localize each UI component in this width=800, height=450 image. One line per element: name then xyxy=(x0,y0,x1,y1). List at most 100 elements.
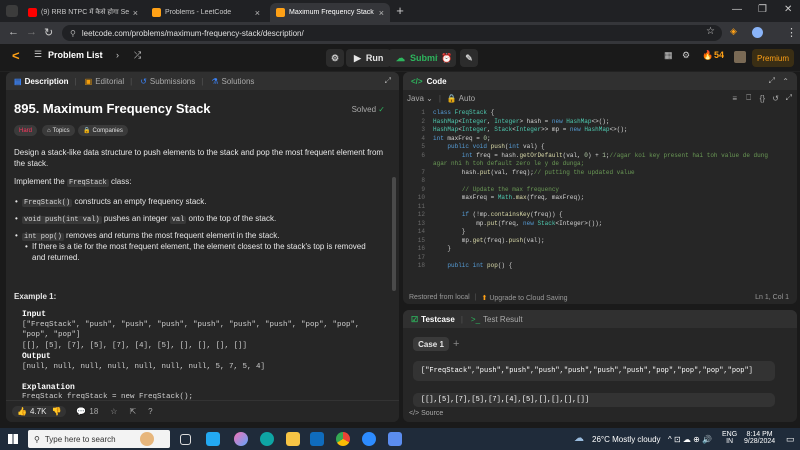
browser-tab-problems[interactable]: Problems - LeetCode × xyxy=(146,3,266,22)
code-line[interactable]: 10 maxFreq = Math.max(freq, maxFreq); xyxy=(409,194,584,203)
extension-icon[interactable]: ◈ xyxy=(730,26,737,37)
code-line[interactable]: 1 class FreqStack { xyxy=(409,109,494,118)
run-button[interactable]: ▶ Run xyxy=(346,49,392,67)
fullscreen-icon[interactable]: ⤢ xyxy=(769,76,775,86)
source-link[interactable]: </> Source xyxy=(409,410,443,417)
tab-description[interactable]: ▤ Description xyxy=(14,77,69,86)
companies-chip[interactable]: 🔒 Companies xyxy=(78,125,128,136)
close-icon[interactable]: × xyxy=(379,8,384,18)
debug-button[interactable]: ⚙ xyxy=(326,49,344,67)
copilot-icon[interactable] xyxy=(234,432,248,446)
menu-icon[interactable]: ⋮ xyxy=(786,26,797,39)
windows-start-icon[interactable] xyxy=(8,434,18,444)
cloud-upgrade-link[interactable]: ⬆ Upgrade to Cloud Saving xyxy=(482,294,568,302)
code-editor[interactable]: 1 class FreqStack {2 HashMap<Integer, Inte… xyxy=(403,109,797,285)
user-avatar[interactable] xyxy=(734,51,746,63)
code-line[interactable]: 9 // Update the max frequency xyxy=(409,186,559,195)
thumbs-down-icon[interactable]: 👎 xyxy=(51,407,61,416)
code-line[interactable]: 8 xyxy=(409,177,433,186)
share-icon[interactable]: ⇱ xyxy=(129,407,136,416)
close-window-button[interactable]: ✕ xyxy=(784,4,792,15)
problem-list-link[interactable]: Problem List xyxy=(48,50,103,60)
input-language[interactable]: ENG IN xyxy=(722,431,737,445)
browser-tab-youtube[interactable]: (9) RRB NTPC में कैसे होगा Selecti × xyxy=(22,3,144,22)
topics-chip[interactable]: ⌂ Topics xyxy=(42,125,75,136)
url-bar[interactable]: ⚲ leetcode.com/problems/maximum-frequenc… xyxy=(62,25,722,41)
app-icon[interactable] xyxy=(388,432,402,446)
close-icon[interactable]: × xyxy=(255,8,260,18)
help-icon[interactable]: ? xyxy=(148,407,152,416)
shuffle-icon[interactable]: ⤮ xyxy=(134,50,141,61)
new-tab-button[interactable]: + xyxy=(392,3,408,19)
scrollbar[interactable] xyxy=(392,177,396,291)
notification-icon[interactable]: ▭ xyxy=(786,434,795,445)
settings-icon[interactable]: ⚙ xyxy=(682,50,690,61)
timer-button[interactable]: ⏰ xyxy=(438,49,456,67)
expand-icon[interactable]: ⤢ xyxy=(385,76,391,86)
format-icon[interactable]: ≡ xyxy=(732,94,737,103)
code-line[interactable]: 6 int freq = hash.getOrDefault(val, 0) +… xyxy=(409,152,768,161)
close-icon[interactable]: × xyxy=(133,8,138,18)
language-select[interactable]: Java ⌄ xyxy=(407,94,433,103)
collapse-icon[interactable]: ⌃ xyxy=(782,77,789,86)
layout-icon[interactable]: ▦ xyxy=(664,50,673,61)
code-line[interactable]: 14 } xyxy=(409,228,466,237)
code-line[interactable]: 4 int maxFreq = 0; xyxy=(409,135,490,144)
comment-icon[interactable]: 💬 xyxy=(76,407,86,416)
tab-testcase[interactable]: ☑ Testcase xyxy=(411,315,455,324)
braces-icon[interactable]: {} xyxy=(760,94,765,103)
add-case-button[interactable]: + xyxy=(453,338,459,350)
code-line[interactable]: 7 hash.put(val, freq);// putting the upd… xyxy=(409,169,634,178)
profile-avatar[interactable] xyxy=(752,27,763,38)
tab-solutions[interactable]: ⚗ Solutions xyxy=(211,77,254,86)
edge-icon[interactable] xyxy=(260,432,274,446)
expand-editor-icon[interactable]: ⤢ xyxy=(786,93,792,103)
difficulty-badge[interactable]: Hard xyxy=(14,125,38,136)
case-tab[interactable]: Case 1 xyxy=(413,337,449,351)
code-line[interactable]: 11 xyxy=(409,203,433,212)
code-line[interactable]: 12 if (!mp.containsKey(freq)) { xyxy=(409,211,563,220)
browser-tab-active[interactable]: Maximum Frequency Stack - Le × xyxy=(270,3,390,22)
site-info-icon[interactable]: ⚲ xyxy=(70,29,76,38)
code-line[interactable]: 17 xyxy=(409,254,433,263)
problem-list-icon[interactable]: ☰ xyxy=(34,49,42,60)
tab-editorial[interactable]: ▣ Editorial xyxy=(85,77,124,86)
notes-button[interactable]: ✎ xyxy=(460,49,478,67)
prev-problem-icon[interactable]: ‹ xyxy=(100,50,103,60)
minimize-button[interactable]: — xyxy=(732,4,742,15)
testcase-input-1[interactable]: ["FreqStack","push","push","push","push"… xyxy=(413,361,775,381)
weather-icon[interactable]: ☁ xyxy=(574,433,584,444)
file-explorer-icon[interactable] xyxy=(286,432,300,446)
code-line[interactable]: 5 public void push(int val) { xyxy=(409,143,544,152)
testcase-input-2[interactable]: [[],[5],[7],[5],[7],[4],[5],[],[],[],[]] xyxy=(413,393,775,407)
food-widget-icon[interactable] xyxy=(140,432,154,446)
code-line[interactable]: 2 HashMap<Integer, Integer> hash = new Ha… xyxy=(409,118,609,127)
code-line[interactable]: 18 public int pop() { xyxy=(409,262,512,271)
reset-icon[interactable]: ↺ xyxy=(772,94,779,103)
auto-mode-toggle[interactable]: 🔒 Auto xyxy=(447,94,475,103)
code-line[interactable]: 16 } xyxy=(409,245,451,254)
tab-test-result[interactable]: >_ Test Result xyxy=(471,315,523,324)
zoom-icon[interactable] xyxy=(362,432,376,446)
leetcode-logo-icon[interactable]: < xyxy=(12,48,20,63)
next-problem-icon[interactable]: › xyxy=(116,50,119,60)
forward-button[interactable]: → xyxy=(26,26,37,38)
premium-button[interactable]: Premium xyxy=(752,49,794,67)
back-button[interactable]: ← xyxy=(8,26,19,38)
code-line[interactable]: 15 mp.get(freq).push(val); xyxy=(409,237,545,246)
tray-icons[interactable]: ^ ⊡ ☁ ⊕ 🔊 xyxy=(668,435,712,444)
task-view-icon[interactable] xyxy=(180,434,191,445)
reload-button[interactable]: ↻ xyxy=(44,26,53,39)
maximize-button[interactable]: ❐ xyxy=(758,4,767,15)
star-icon[interactable]: ☆ xyxy=(110,407,117,416)
vscode-icon[interactable] xyxy=(206,432,220,446)
bookmark-icon[interactable]: ⎕ xyxy=(746,93,751,103)
mail-icon[interactable] xyxy=(310,432,324,446)
code-line[interactable]: 13 mp.put(freq, new Stack<Integer>()); xyxy=(409,220,602,229)
like-button[interactable]: 👍 4.7K 👎 xyxy=(12,406,67,417)
bookmark-star-icon[interactable]: ☆ xyxy=(706,26,715,37)
code-line[interactable]: 3 HashMap<Integer, Stack<Integer>> mp = n… xyxy=(409,126,627,135)
tab-search-icon[interactable] xyxy=(6,5,18,17)
code-line[interactable]: agar nhi h toh default zero le y de dung… xyxy=(409,160,584,169)
tab-submissions[interactable]: ↺ Submissions xyxy=(140,77,195,86)
